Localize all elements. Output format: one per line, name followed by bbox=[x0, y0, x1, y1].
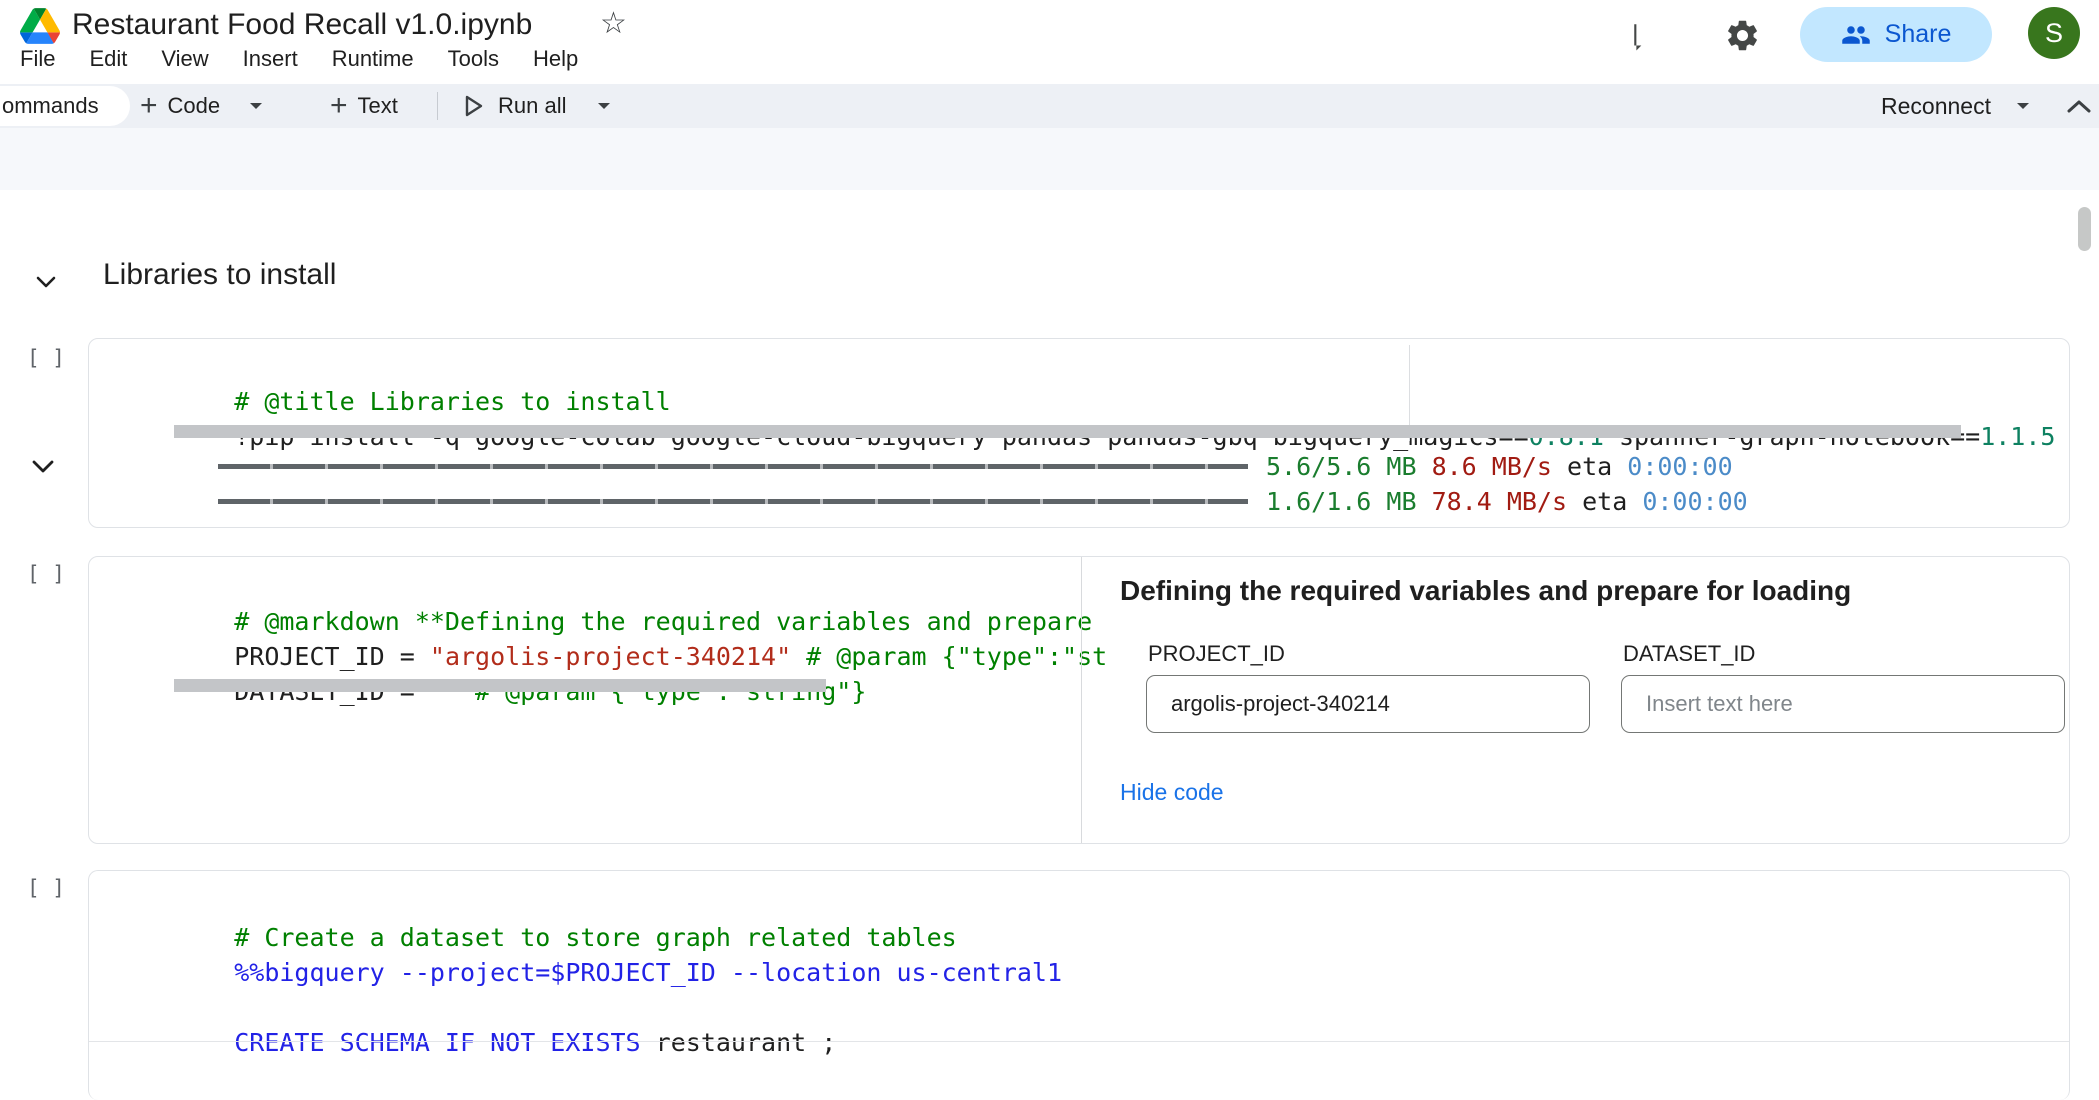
project-id-input[interactable] bbox=[1146, 675, 1590, 733]
cell3-run-gutter[interactable]: [ ] bbox=[27, 876, 65, 900]
code-magic: %%bigquery --project=$PROJECT_ID --locat… bbox=[234, 958, 1062, 987]
dataset-id-input[interactable] bbox=[1621, 675, 2065, 733]
menu-edit[interactable]: Edit bbox=[89, 46, 127, 72]
menu-runtime[interactable]: Runtime bbox=[332, 46, 414, 72]
dataset-id-label: DATASET_ID bbox=[1623, 641, 1755, 667]
drive-logo-icon bbox=[20, 8, 60, 44]
progress-bar bbox=[218, 464, 1248, 469]
share-button[interactable]: Share bbox=[1800, 7, 1992, 62]
header: Restaurant Food Recall v1.0.ipynb ☆ Shar… bbox=[0, 0, 2099, 84]
toolbar-right: Reconnect bbox=[1881, 84, 2091, 128]
commands-label: ommands bbox=[2, 93, 99, 119]
output-line: 5.6/5.6 MB 8.6 MB/s eta 0:00:00 bbox=[218, 449, 1733, 484]
add-code-label: Code bbox=[168, 93, 221, 119]
toolbar: ommands + Code + Text Run all Reconnect bbox=[0, 84, 2099, 128]
star-icon[interactable]: ☆ bbox=[600, 6, 627, 41]
menu-view[interactable]: View bbox=[161, 46, 208, 72]
code-line: !pip install -q google-colab google-clou… bbox=[174, 384, 2055, 419]
chevron-down-icon[interactable] bbox=[248, 101, 264, 111]
eta-value: 0:00:00 bbox=[1642, 487, 1747, 516]
menu-help[interactable]: Help bbox=[533, 46, 578, 72]
page-vertical-scrollbar[interactable] bbox=[2078, 207, 2091, 251]
code-text: restaurant ; bbox=[641, 1028, 837, 1057]
play-icon bbox=[464, 95, 484, 117]
menu-file[interactable]: File bbox=[20, 46, 55, 72]
horizontal-scrollbar[interactable] bbox=[174, 679, 826, 692]
cell1-run-gutter[interactable]: [ ] bbox=[27, 346, 65, 370]
avatar[interactable]: S bbox=[2028, 7, 2080, 59]
notebook-title[interactable]: Restaurant Food Recall v1.0.ipynb bbox=[72, 6, 532, 44]
code-line: # Create a dataset to store graph relate… bbox=[174, 885, 957, 920]
reconnect-button[interactable]: Reconnect bbox=[1881, 93, 1991, 120]
output-collapse-chevron-icon[interactable] bbox=[32, 460, 54, 473]
menu-insert[interactable]: Insert bbox=[243, 46, 298, 72]
form-heading: Defining the required variables and prep… bbox=[1120, 575, 1851, 607]
code-line: # @markdown **Defining the required vari… bbox=[174, 569, 1092, 604]
menu-bar: File Edit View Insert Runtime Tools Help bbox=[20, 46, 578, 72]
download-size: 1.6/1.6 MB bbox=[1266, 487, 1417, 516]
plus-icon: + bbox=[330, 84, 348, 128]
plus-icon: + bbox=[140, 84, 158, 128]
chevron-down-icon[interactable] bbox=[2015, 101, 2031, 111]
output-line: 1.6/1.6 MB 78.4 MB/s eta 0:00:00 bbox=[218, 484, 1748, 519]
code-version: 1.1.5 bbox=[1980, 422, 2055, 451]
cell2-run-gutter[interactable]: [ ] bbox=[27, 562, 65, 586]
run-all-label: Run all bbox=[498, 93, 566, 119]
code-line: CREATE SCHEMA IF NOT EXISTS restaurant ; bbox=[174, 990, 836, 1025]
horizontal-scrollbar[interactable] bbox=[174, 425, 1961, 438]
section-heading[interactable]: Libraries to install bbox=[103, 258, 336, 292]
code-line: PROJECT_ID = "argolis-project-340214" # … bbox=[174, 604, 1107, 639]
avatar-letter: S bbox=[2045, 18, 2063, 49]
code-cell-create-schema[interactable]: # Create a dataset to store graph relate… bbox=[88, 870, 2070, 1100]
code-line: # @title Libraries to install bbox=[174, 349, 671, 384]
run-all-button[interactable]: Run all bbox=[464, 84, 612, 128]
code-line: DATASET_ID = "" # @param {"type":"string… bbox=[174, 639, 866, 674]
code-keyword: CREATE SCHEMA IF NOT EXISTS bbox=[234, 1028, 640, 1057]
toolbar-divider bbox=[437, 92, 438, 120]
collapse-toolbar-chevron-up-icon[interactable] bbox=[2067, 99, 2091, 113]
people-icon bbox=[1841, 20, 1871, 50]
menu-tools[interactable]: Tools bbox=[448, 46, 499, 72]
chevron-down-icon[interactable] bbox=[596, 101, 612, 111]
download-speed: 8.6 MB/s bbox=[1432, 452, 1552, 481]
download-speed: 78.4 MB/s bbox=[1432, 487, 1567, 516]
section-collapse-chevron-icon[interactable] bbox=[36, 276, 56, 288]
code-line: %%bigquery --project=$PROJECT_ID --locat… bbox=[174, 920, 1062, 955]
add-code-button[interactable]: + Code bbox=[140, 84, 264, 128]
share-label: Share bbox=[1885, 20, 1952, 49]
eta-label: eta bbox=[1567, 487, 1642, 516]
background-strip bbox=[0, 128, 2099, 190]
eta-value: 0:00:00 bbox=[1627, 452, 1732, 481]
code-cell-install[interactable]: # @title Libraries to install !pip insta… bbox=[88, 338, 2070, 528]
eta-label: eta bbox=[1552, 452, 1627, 481]
commands-button[interactable]: ommands bbox=[0, 86, 130, 126]
download-size: 5.6/5.6 MB bbox=[1266, 452, 1417, 481]
cell-output-divider bbox=[89, 1041, 2069, 1042]
hide-code-link[interactable]: Hide code bbox=[1120, 779, 1224, 806]
comments-icon[interactable] bbox=[1630, 20, 1666, 56]
settings-gear-icon[interactable] bbox=[1724, 17, 1760, 53]
progress-bar bbox=[218, 499, 1248, 504]
code-cell-params[interactable]: # @markdown **Defining the required vari… bbox=[88, 556, 2070, 844]
add-text-label: Text bbox=[358, 93, 398, 119]
project-id-label: PROJECT_ID bbox=[1148, 641, 1285, 667]
add-text-button[interactable]: + Text bbox=[330, 84, 398, 128]
params-form-pane: Defining the required variables and prep… bbox=[1081, 557, 2069, 843]
